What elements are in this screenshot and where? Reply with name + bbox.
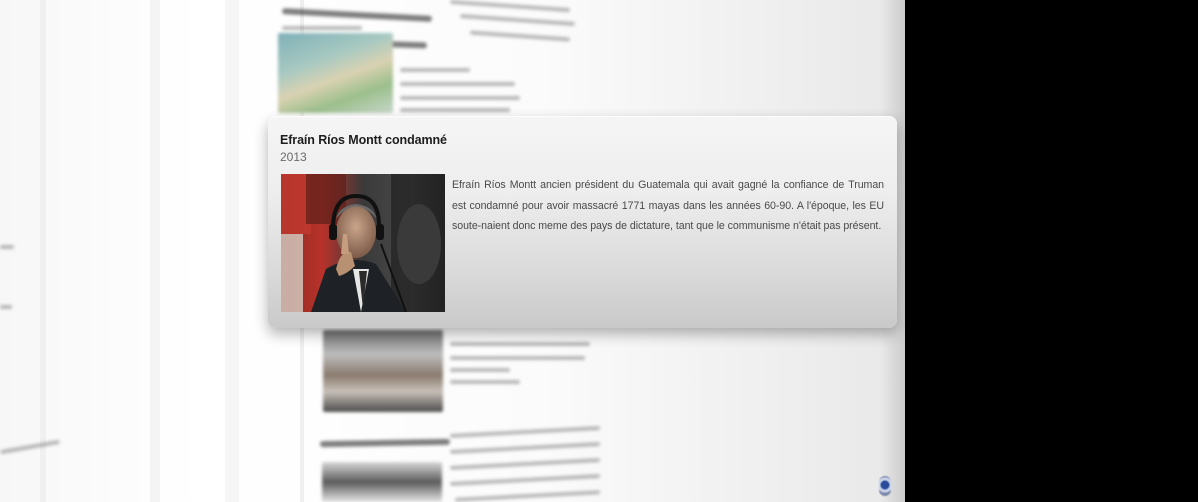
blurred-photo	[323, 330, 443, 412]
blurred-text	[454, 490, 601, 502]
blurred-text	[460, 13, 575, 27]
blurred-text	[469, 30, 571, 42]
blurred-heading	[281, 8, 433, 22]
blurred-text	[400, 96, 520, 100]
timeline-viewport: Efraín Ríos Montt condamné 2013 Efraín R…	[0, 0, 1198, 502]
blurred-text	[450, 368, 510, 372]
blurred-text	[0, 305, 12, 309]
blurred-photo	[278, 33, 393, 113]
event-description: Efraín Ríos Montt ancien président du Gu…	[452, 179, 884, 232]
blurred-photo	[322, 462, 442, 502]
blurred-text	[449, 442, 601, 454]
blurred-text	[282, 26, 362, 30]
event-detail-card[interactable]: Efraín Ríos Montt condamné 2013 Efraín R…	[268, 116, 897, 328]
blurred-text	[0, 245, 14, 249]
event-photo[interactable]	[281, 174, 445, 312]
blurred-text	[450, 342, 590, 346]
timeline-guide-line	[40, 0, 46, 502]
portrait-photo-icon	[281, 174, 445, 312]
blurred-text	[400, 68, 470, 72]
blurred-text	[450, 0, 570, 13]
blurred-text	[0, 439, 60, 455]
blurred-text	[400, 82, 515, 86]
timeline-guide-line	[225, 0, 239, 502]
blurred-text	[449, 458, 601, 470]
event-title: Efraín Ríos Montt condamné	[280, 133, 447, 147]
blurred-text	[449, 426, 601, 438]
blurred-text	[450, 356, 585, 360]
blurred-heading	[319, 438, 451, 448]
blurred-text	[449, 474, 601, 486]
seal-icon	[879, 476, 891, 496]
timeline-guide-line	[150, 0, 160, 502]
blurred-text	[450, 380, 520, 384]
event-year: 2013	[280, 150, 307, 164]
blurred-text	[400, 108, 510, 112]
